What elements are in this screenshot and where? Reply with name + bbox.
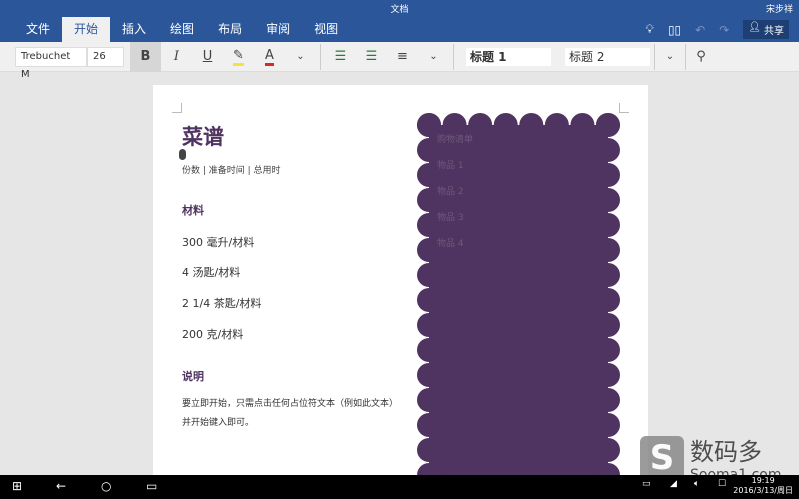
home-circle-icon[interactable]: ○ <box>101 479 111 493</box>
bold-button[interactable]: B <box>130 41 161 72</box>
margin-corner <box>619 103 629 113</box>
instructions-text[interactable]: 要立即开始，只需点击任何占位符文本（例如此文本）并开始键入即可。 <box>182 395 402 433</box>
cursor-handle[interactable] <box>179 149 186 160</box>
font-size-field[interactable]: 26 <box>87 46 124 67</box>
scallop <box>417 413 441 437</box>
scallop <box>596 188 620 212</box>
share-button[interactable]: 👤︎ 共享 <box>743 20 789 39</box>
scallop <box>429 125 608 475</box>
scallop <box>417 263 441 287</box>
more-chevron-icon[interactable]: ⌄ <box>285 42 316 72</box>
underline-button[interactable]: U <box>192 42 223 72</box>
scallop <box>596 438 620 462</box>
taskbar: ⊞ ← ○ ▭ ▭ ◢ 🔈︎ ☐ 19:19 2016/3/13/周日 <box>0 475 799 499</box>
scallop <box>596 163 620 187</box>
tab-view[interactable]: 视图 <box>302 17 350 42</box>
scallop <box>596 388 620 412</box>
ribbon-toolbar: Trebuchet M 26 B I U ✎ A ⌄ ☰ ☰ ≡ ⌄ 标题 1 … <box>0 41 799 80</box>
scallop <box>596 363 620 387</box>
tab-review[interactable]: 审阅 <box>254 17 302 42</box>
tab-home[interactable]: 开始 <box>62 17 111 42</box>
scallop <box>417 288 441 312</box>
volume-icon[interactable]: 🔈︎ <box>694 479 699 489</box>
margin-corner <box>172 103 182 113</box>
scallop <box>596 263 620 287</box>
highlighter-icon: ✎ <box>233 48 244 66</box>
scallop <box>596 313 620 337</box>
bullet-list-icon[interactable]: ☰ <box>325 42 356 72</box>
scallop <box>417 363 441 387</box>
scallop <box>544 113 569 137</box>
scallop <box>493 113 518 137</box>
tab-file[interactable]: 文件 <box>14 17 62 42</box>
clock[interactable]: 19:19 2016/3/13/周日 <box>733 476 793 496</box>
font-color-button[interactable]: A <box>254 42 285 72</box>
windows-start-icon[interactable]: ⊞ <box>12 479 22 493</box>
ingredient-item[interactable]: 2 1/4 茶匙/材料 <box>182 295 261 311</box>
shopping-item[interactable]: 物品 2 <box>437 184 464 197</box>
ingredients-heading[interactable]: 材料 <box>182 202 204 218</box>
styles-chevron-icon[interactable]: ⌄ <box>659 42 681 72</box>
search-icon[interactable]: ⚲ <box>690 42 712 72</box>
scallop <box>417 338 441 362</box>
scallop <box>417 438 441 462</box>
font-name-field[interactable]: Trebuchet M <box>15 46 87 80</box>
scallop <box>417 388 441 412</box>
divider <box>685 43 686 70</box>
divider <box>453 43 454 70</box>
user-name[interactable]: 宋步祥 <box>766 2 793 15</box>
scallop <box>570 113 595 137</box>
instructions-heading[interactable]: 说明 <box>182 368 204 384</box>
book-icon[interactable]: ▯▯ <box>668 23 681 37</box>
title-bar: 文档 宋步祥 文件 开始 插入 绘图 布局 审阅 视图 💡︎ ▯▯ ↶ ↷ 👤︎… <box>0 0 799 42</box>
recipe-meta[interactable]: 份数 | 准备时间 | 总用时 <box>182 163 281 176</box>
scallop <box>596 288 620 312</box>
shopping-item[interactable]: 物品 4 <box>437 236 464 249</box>
tab-insert[interactable]: 插入 <box>110 17 158 42</box>
highlight-button[interactable]: ✎ <box>223 42 254 72</box>
scallop <box>596 338 620 362</box>
task-view-icon[interactable]: ▭ <box>146 479 157 493</box>
shopping-item[interactable]: 物品 3 <box>437 210 464 223</box>
align-icon[interactable]: ≡ <box>387 42 418 72</box>
scallop <box>596 238 620 262</box>
scallop <box>596 138 620 162</box>
italic-button[interactable]: I <box>161 42 192 72</box>
tab-layout[interactable]: 布局 <box>206 17 254 42</box>
watermark-logo: S <box>640 435 684 480</box>
scallop <box>596 213 620 237</box>
notification-icon[interactable]: ☐ <box>718 479 726 489</box>
scallop <box>417 313 441 337</box>
person-icon: 👤︎ <box>748 22 761 33</box>
divider <box>654 43 655 70</box>
shopping-item[interactable]: 物品 1 <box>437 158 464 171</box>
scallop <box>519 113 544 137</box>
ingredient-item[interactable]: 200 克/材料 <box>182 326 243 342</box>
ribbon-tabs: 文件 开始 插入 绘图 布局 审阅 视图 <box>14 17 350 42</box>
style-heading-2[interactable]: 标题 2 <box>565 47 650 66</box>
undo-icon[interactable]: ↶ <box>695 23 705 37</box>
numbered-list-icon[interactable]: ☰ <box>356 42 387 72</box>
tab-draw[interactable]: 绘图 <box>158 17 206 42</box>
style-heading-1[interactable]: 标题 1 <box>466 47 551 66</box>
battery-icon[interactable]: ▭ <box>642 479 651 489</box>
redo-icon[interactable]: ↷ <box>719 23 729 37</box>
shopping-list-title[interactable]: 购物清单 <box>437 132 473 145</box>
back-icon[interactable]: ← <box>56 479 66 493</box>
recipe-title[interactable]: 菜谱 <box>182 121 224 151</box>
lightbulb-icon[interactable]: 💡︎ <box>646 22 654 37</box>
wifi-icon[interactable]: ◢ <box>670 479 677 489</box>
document-page[interactable]: 菜谱 份数 | 准备时间 | 总用时 材料 300 毫升/材料 4 汤匙/材料 … <box>153 85 648 475</box>
scallop <box>596 113 620 137</box>
document-title: 文档 <box>390 5 409 15</box>
ingredient-item[interactable]: 300 毫升/材料 <box>182 234 254 250</box>
ingredient-item[interactable]: 4 汤匙/材料 <box>182 264 240 280</box>
paragraph-chevron-icon[interactable]: ⌄ <box>418 42 449 72</box>
divider <box>320 43 321 70</box>
scallop <box>596 413 620 437</box>
